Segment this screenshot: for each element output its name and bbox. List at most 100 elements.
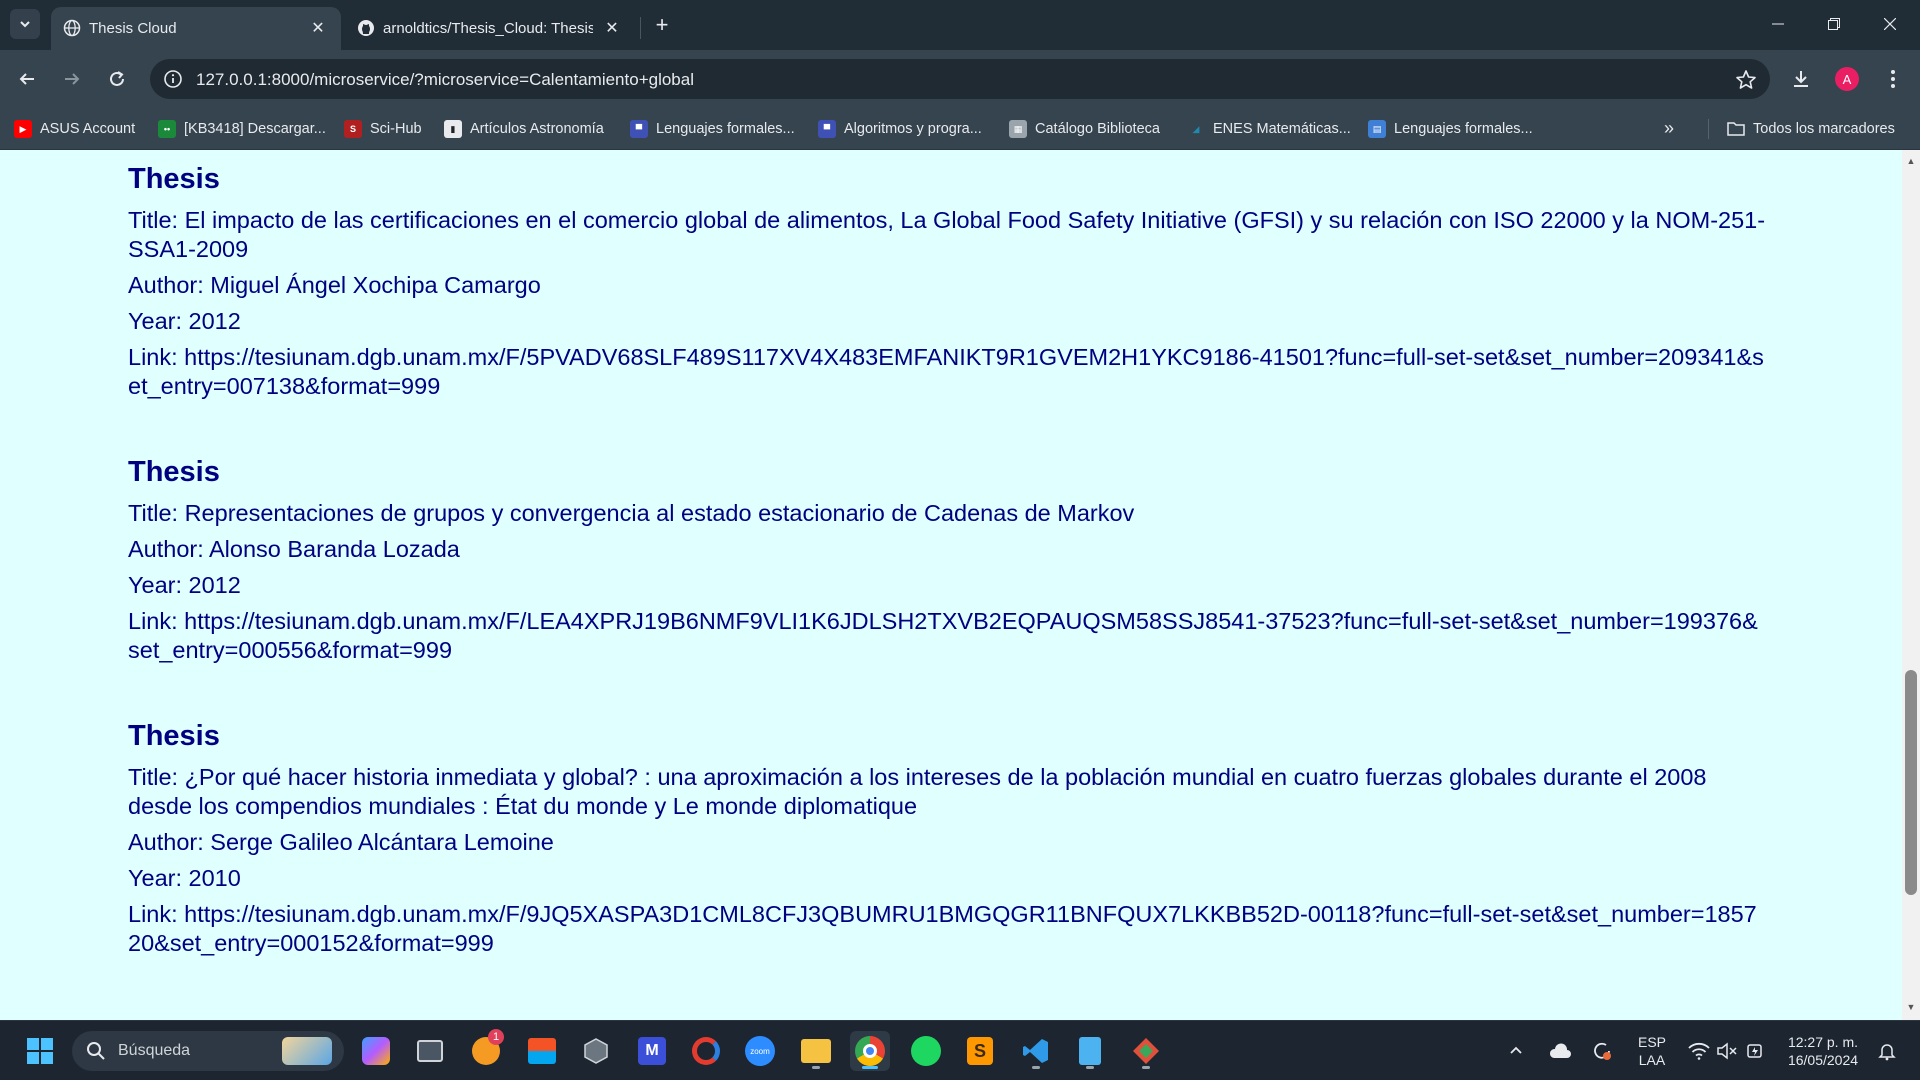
bookmark-label: Sci-Hub: [370, 121, 422, 137]
search-icon: [87, 1042, 105, 1060]
tab-thesis-cloud[interactable]: Thesis Cloud ✕: [51, 7, 341, 50]
url-text[interactable]: 127.0.0.1:8000/microservice/?microservic…: [196, 70, 694, 90]
taskbar-file-explorer[interactable]: [796, 1031, 836, 1071]
bookmark-enes-matematicas[interactable]: ◢ ENES Matemáticas...: [1187, 118, 1351, 140]
taskbar-git-app[interactable]: [1126, 1031, 1166, 1071]
thesis-card: Thesis Title: Representaciones de grupos…: [128, 455, 1768, 672]
tab-github[interactable]: arnoldtics/Thesis_Cloud: Thesis ✕: [345, 7, 635, 50]
menu-button[interactable]: [1876, 62, 1910, 96]
tray-volume[interactable]: [1712, 1031, 1742, 1071]
bookmark-label: [KB3418] Descargar...: [184, 121, 326, 137]
taskbar-search[interactable]: Búsqueda: [72, 1031, 344, 1071]
tray-overflow-button[interactable]: [1502, 1031, 1530, 1071]
back-button[interactable]: [10, 62, 44, 96]
address-bar[interactable]: 127.0.0.1:8000/microservice/?microservic…: [150, 59, 1770, 99]
taskbar-zoom[interactable]: zoom: [740, 1031, 780, 1071]
forward-button[interactable]: [55, 62, 89, 96]
taskbar-spotify[interactable]: [906, 1031, 946, 1071]
close-window-button[interactable]: [1862, 0, 1918, 48]
scrollbar-thumb[interactable]: [1905, 670, 1917, 895]
ccleaner-icon: [692, 1037, 720, 1065]
minimize-button[interactable]: [1750, 0, 1806, 48]
bookmark-lenguajes-formales-1[interactable]: ▀ Lenguajes formales...: [630, 118, 795, 140]
language-code: ESP: [1637, 1034, 1666, 1050]
close-tab-icon[interactable]: ✕: [601, 17, 623, 39]
diamond-app-icon: [1133, 1038, 1159, 1064]
running-indicator: [862, 1066, 878, 1069]
taskbar-store[interactable]: [522, 1031, 562, 1071]
running-indicator: [1142, 1066, 1150, 1069]
taskbar-vscode[interactable]: [1016, 1031, 1056, 1071]
close-tab-icon[interactable]: ✕: [307, 17, 329, 39]
bookmark-sci-hub[interactable]: S Sci-Hub: [344, 118, 422, 140]
clock-date: 16/05/2024: [1787, 1052, 1859, 1068]
leaf-icon: ◢: [1192, 123, 1200, 134]
hexagon-icon: [584, 1038, 608, 1064]
taskbar-notepad[interactable]: [1070, 1031, 1110, 1071]
taskbar-orange-app[interactable]: 1: [466, 1029, 506, 1071]
more-bookmarks-icon[interactable]: »: [1664, 118, 1674, 139]
github-icon: [357, 19, 375, 37]
bookmark-kb3418[interactable]: •• [KB3418] Descargar...: [158, 118, 326, 140]
bookmark-label: ENES Matemáticas...: [1213, 121, 1351, 137]
thesis-author: Author: Serge Galileo Alcántara Lemoine: [128, 829, 554, 855]
avatar: A: [1835, 67, 1859, 91]
tab-search-button[interactable]: [10, 9, 40, 39]
zoom-icon: zoom: [745, 1036, 775, 1066]
tray-onedrive[interactable]: [1544, 1031, 1576, 1071]
thesis-author: Author: Miguel Ángel Xochipa Camargo: [128, 272, 541, 298]
bookmark-label: ASUS Account: [40, 121, 136, 137]
tray-wifi[interactable]: [1684, 1031, 1714, 1071]
scroll-down-icon[interactable]: ▼: [1906, 1002, 1916, 1012]
thesis-heading: Thesis: [128, 720, 220, 752]
arrow-left-icon: [19, 73, 34, 85]
taskbar-app-hex[interactable]: [576, 1031, 616, 1071]
scroll-up-icon[interactable]: ▲: [1906, 156, 1916, 166]
bookmark-articulos-astronomia[interactable]: ▮ Artículos Astronomía: [444, 118, 604, 140]
download-icon: [1794, 71, 1808, 87]
bookmark-asus-account[interactable]: ▶ ASUS Account: [14, 118, 135, 140]
taskbar-app-math[interactable]: M: [632, 1031, 672, 1071]
tray-battery[interactable]: [1740, 1031, 1770, 1071]
keyboard-layout: LAA: [1638, 1052, 1666, 1068]
notification-badge: 1: [488, 1029, 504, 1045]
thesis-year: Year: 2012: [128, 308, 241, 334]
taskbar-chrome[interactable]: [850, 1031, 890, 1071]
bookmark-algoritmos[interactable]: ▀ Algoritmos y progra...: [818, 118, 982, 140]
search-placeholder: Búsqueda: [118, 1042, 191, 1059]
bookmark-label: Lenguajes formales...: [1394, 121, 1533, 137]
new-tab-button[interactable]: +: [648, 11, 676, 39]
bookmark-lenguajes-formales-2[interactable]: ▤ Lenguajes formales...: [1368, 118, 1533, 140]
bookmarks-separator: [1708, 119, 1709, 139]
spotify-icon: [911, 1036, 941, 1066]
bookmark-catalogo-biblioteca[interactable]: ▦ Catálogo Biblioteca: [1009, 118, 1160, 140]
taskbar-ccleaner[interactable]: [686, 1031, 726, 1071]
restore-button[interactable]: [1806, 0, 1862, 48]
folder-icon: [801, 1039, 831, 1063]
book-icon: ▮: [444, 120, 462, 138]
thesis-heading: Thesis: [128, 456, 220, 488]
language-indicator[interactable]: ESP LAA: [1632, 1033, 1672, 1069]
bookmark-label: Todos los marcadores: [1753, 121, 1895, 137]
site-icon: ▀: [818, 120, 836, 138]
reload-button[interactable]: [100, 62, 134, 96]
clock[interactable]: 12:27 p. m. 16/05/2024: [1778, 1033, 1868, 1069]
scihub-icon: S: [344, 120, 362, 138]
downloads-button[interactable]: [1784, 62, 1818, 96]
site-info-icon[interactable]: [162, 68, 184, 90]
tray-notifications[interactable]: [1872, 1031, 1902, 1071]
taskbar-task-view[interactable]: [410, 1031, 450, 1071]
all-bookmarks-button[interactable]: Todos los marcadores: [1727, 118, 1895, 140]
page-scrollbar[interactable]: ▲ ▼: [1902, 150, 1920, 1020]
thesis-link: Link: https://tesiunam.dgb.unam.mx/F/LEA…: [128, 608, 1758, 663]
bookmark-star-icon[interactable]: [1734, 68, 1758, 92]
taskbar-sublime[interactable]: S: [960, 1031, 1000, 1071]
thesis-link: Link: https://tesiunam.dgb.unam.mx/F/5PV…: [128, 344, 1764, 399]
start-button[interactable]: [20, 1031, 60, 1071]
bookmark-label: Lenguajes formales...: [656, 121, 795, 137]
taskbar: Búsqueda 1 M zoom S ESP LAA 12:27 p. m. …: [0, 1020, 1920, 1080]
profile-button[interactable]: A: [1830, 62, 1864, 96]
taskbar-copilot[interactable]: [356, 1031, 396, 1071]
thesis-author: Author: Alonso Baranda Lozada: [128, 536, 460, 562]
tray-sync[interactable]: [1586, 1031, 1618, 1071]
